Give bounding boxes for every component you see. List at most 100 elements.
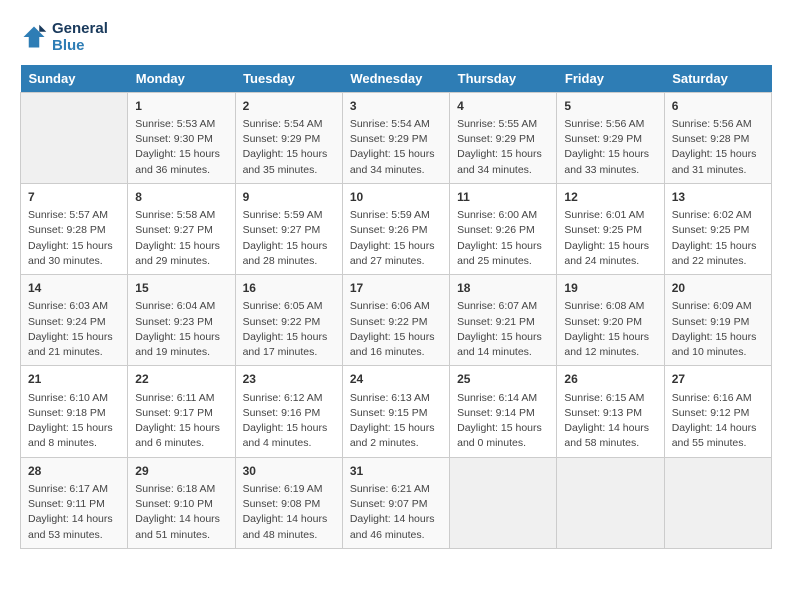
day-number: 3 xyxy=(350,98,442,115)
day-number: 18 xyxy=(457,280,549,297)
sunrise-text: Sunrise: 6:11 AM xyxy=(135,391,227,406)
logo-text-blue: Blue xyxy=(52,37,108,54)
calendar-cell: 18 Sunrise: 6:07 AM Sunset: 9:21 PM Dayl… xyxy=(450,275,557,366)
sunset-text: Sunset: 9:10 PM xyxy=(135,497,227,512)
calendar-cell: 24 Sunrise: 6:13 AM Sunset: 9:15 PM Dayl… xyxy=(342,366,449,457)
day-number: 9 xyxy=(243,189,335,206)
sunrise-text: Sunrise: 5:54 AM xyxy=(350,117,442,132)
sunrise-text: Sunrise: 6:10 AM xyxy=(28,391,120,406)
day-number: 21 xyxy=(28,371,120,388)
logo: General Blue xyxy=(20,20,108,55)
sunset-text: Sunset: 9:14 PM xyxy=(457,406,549,421)
sunrise-text: Sunrise: 5:53 AM xyxy=(135,117,227,132)
daylight-text: Daylight: 14 hours and 58 minutes. xyxy=(564,421,656,451)
day-number: 14 xyxy=(28,280,120,297)
calendar-cell: 19 Sunrise: 6:08 AM Sunset: 9:20 PM Dayl… xyxy=(557,275,664,366)
weekday-header-monday: Monday xyxy=(128,65,235,93)
cell-info: Sunrise: 6:15 AM Sunset: 9:13 PM Dayligh… xyxy=(564,391,656,452)
page-header: General Blue xyxy=(20,20,772,55)
sunset-text: Sunset: 9:29 PM xyxy=(243,132,335,147)
sunrise-text: Sunrise: 6:06 AM xyxy=(350,299,442,314)
sunrise-text: Sunrise: 5:56 AM xyxy=(564,117,656,132)
logo-icon xyxy=(20,23,48,51)
daylight-text: Daylight: 15 hours and 36 minutes. xyxy=(135,147,227,177)
cell-info: Sunrise: 6:18 AM Sunset: 9:10 PM Dayligh… xyxy=(135,482,227,543)
calendar-cell: 9 Sunrise: 5:59 AM Sunset: 9:27 PM Dayli… xyxy=(235,183,342,274)
cell-info: Sunrise: 5:53 AM Sunset: 9:30 PM Dayligh… xyxy=(135,117,227,178)
day-number: 27 xyxy=(672,371,764,388)
daylight-text: Daylight: 15 hours and 35 minutes. xyxy=(243,147,335,177)
calendar-cell: 27 Sunrise: 6:16 AM Sunset: 9:12 PM Dayl… xyxy=(664,366,771,457)
calendar-cell: 31 Sunrise: 6:21 AM Sunset: 9:07 PM Dayl… xyxy=(342,457,449,548)
sunset-text: Sunset: 9:15 PM xyxy=(350,406,442,421)
cell-info: Sunrise: 6:07 AM Sunset: 9:21 PM Dayligh… xyxy=(457,299,549,360)
calendar-cell: 13 Sunrise: 6:02 AM Sunset: 9:25 PM Dayl… xyxy=(664,183,771,274)
sunrise-text: Sunrise: 6:02 AM xyxy=(672,208,764,223)
daylight-text: Daylight: 15 hours and 2 minutes. xyxy=(350,421,442,451)
weekday-header-tuesday: Tuesday xyxy=(235,65,342,93)
calendar-cell: 1 Sunrise: 5:53 AM Sunset: 9:30 PM Dayli… xyxy=(128,92,235,183)
day-number: 7 xyxy=(28,189,120,206)
daylight-text: Daylight: 15 hours and 33 minutes. xyxy=(564,147,656,177)
sunset-text: Sunset: 9:28 PM xyxy=(672,132,764,147)
week-row-3: 14 Sunrise: 6:03 AM Sunset: 9:24 PM Dayl… xyxy=(21,275,772,366)
sunrise-text: Sunrise: 6:21 AM xyxy=(350,482,442,497)
sunrise-text: Sunrise: 5:58 AM xyxy=(135,208,227,223)
cell-info: Sunrise: 6:04 AM Sunset: 9:23 PM Dayligh… xyxy=(135,299,227,360)
calendar-cell: 16 Sunrise: 6:05 AM Sunset: 9:22 PM Dayl… xyxy=(235,275,342,366)
cell-info: Sunrise: 5:55 AM Sunset: 9:29 PM Dayligh… xyxy=(457,117,549,178)
sunrise-text: Sunrise: 5:57 AM xyxy=(28,208,120,223)
calendar-cell: 17 Sunrise: 6:06 AM Sunset: 9:22 PM Dayl… xyxy=(342,275,449,366)
sunset-text: Sunset: 9:16 PM xyxy=(243,406,335,421)
day-number: 15 xyxy=(135,280,227,297)
calendar-cell: 8 Sunrise: 5:58 AM Sunset: 9:27 PM Dayli… xyxy=(128,183,235,274)
daylight-text: Daylight: 15 hours and 12 minutes. xyxy=(564,330,656,360)
week-row-5: 28 Sunrise: 6:17 AM Sunset: 9:11 PM Dayl… xyxy=(21,457,772,548)
sunset-text: Sunset: 9:22 PM xyxy=(243,315,335,330)
calendar-cell: 4 Sunrise: 5:55 AM Sunset: 9:29 PM Dayli… xyxy=(450,92,557,183)
day-number: 20 xyxy=(672,280,764,297)
week-row-2: 7 Sunrise: 5:57 AM Sunset: 9:28 PM Dayli… xyxy=(21,183,772,274)
cell-info: Sunrise: 6:03 AM Sunset: 9:24 PM Dayligh… xyxy=(28,299,120,360)
sunset-text: Sunset: 9:29 PM xyxy=(457,132,549,147)
cell-info: Sunrise: 6:17 AM Sunset: 9:11 PM Dayligh… xyxy=(28,482,120,543)
sunrise-text: Sunrise: 6:18 AM xyxy=(135,482,227,497)
sunrise-text: Sunrise: 6:09 AM xyxy=(672,299,764,314)
cell-info: Sunrise: 6:12 AM Sunset: 9:16 PM Dayligh… xyxy=(243,391,335,452)
weekday-header-thursday: Thursday xyxy=(450,65,557,93)
sunrise-text: Sunrise: 6:14 AM xyxy=(457,391,549,406)
cell-info: Sunrise: 5:56 AM Sunset: 9:28 PM Dayligh… xyxy=(672,117,764,178)
day-number: 13 xyxy=(672,189,764,206)
day-number: 28 xyxy=(28,463,120,480)
day-number: 19 xyxy=(564,280,656,297)
day-number: 24 xyxy=(350,371,442,388)
cell-info: Sunrise: 5:54 AM Sunset: 9:29 PM Dayligh… xyxy=(350,117,442,178)
cell-info: Sunrise: 6:11 AM Sunset: 9:17 PM Dayligh… xyxy=(135,391,227,452)
sunset-text: Sunset: 9:29 PM xyxy=(350,132,442,147)
cell-info: Sunrise: 6:21 AM Sunset: 9:07 PM Dayligh… xyxy=(350,482,442,543)
cell-info: Sunrise: 6:09 AM Sunset: 9:19 PM Dayligh… xyxy=(672,299,764,360)
sunrise-text: Sunrise: 5:59 AM xyxy=(350,208,442,223)
day-number: 29 xyxy=(135,463,227,480)
sunset-text: Sunset: 9:08 PM xyxy=(243,497,335,512)
sunrise-text: Sunrise: 5:55 AM xyxy=(457,117,549,132)
sunset-text: Sunset: 9:19 PM xyxy=(672,315,764,330)
daylight-text: Daylight: 15 hours and 34 minutes. xyxy=(457,147,549,177)
sunset-text: Sunset: 9:12 PM xyxy=(672,406,764,421)
sunset-text: Sunset: 9:17 PM xyxy=(135,406,227,421)
cell-info: Sunrise: 6:02 AM Sunset: 9:25 PM Dayligh… xyxy=(672,208,764,269)
day-number: 31 xyxy=(350,463,442,480)
cell-info: Sunrise: 5:54 AM Sunset: 9:29 PM Dayligh… xyxy=(243,117,335,178)
day-number: 11 xyxy=(457,189,549,206)
sunrise-text: Sunrise: 6:04 AM xyxy=(135,299,227,314)
calendar-cell: 25 Sunrise: 6:14 AM Sunset: 9:14 PM Dayl… xyxy=(450,366,557,457)
day-number: 26 xyxy=(564,371,656,388)
daylight-text: Daylight: 14 hours and 48 minutes. xyxy=(243,512,335,542)
day-number: 30 xyxy=(243,463,335,480)
sunrise-text: Sunrise: 6:03 AM xyxy=(28,299,120,314)
daylight-text: Daylight: 15 hours and 29 minutes. xyxy=(135,239,227,269)
day-number: 12 xyxy=(564,189,656,206)
calendar-cell: 15 Sunrise: 6:04 AM Sunset: 9:23 PM Dayl… xyxy=(128,275,235,366)
daylight-text: Daylight: 15 hours and 24 minutes. xyxy=(564,239,656,269)
sunset-text: Sunset: 9:29 PM xyxy=(564,132,656,147)
